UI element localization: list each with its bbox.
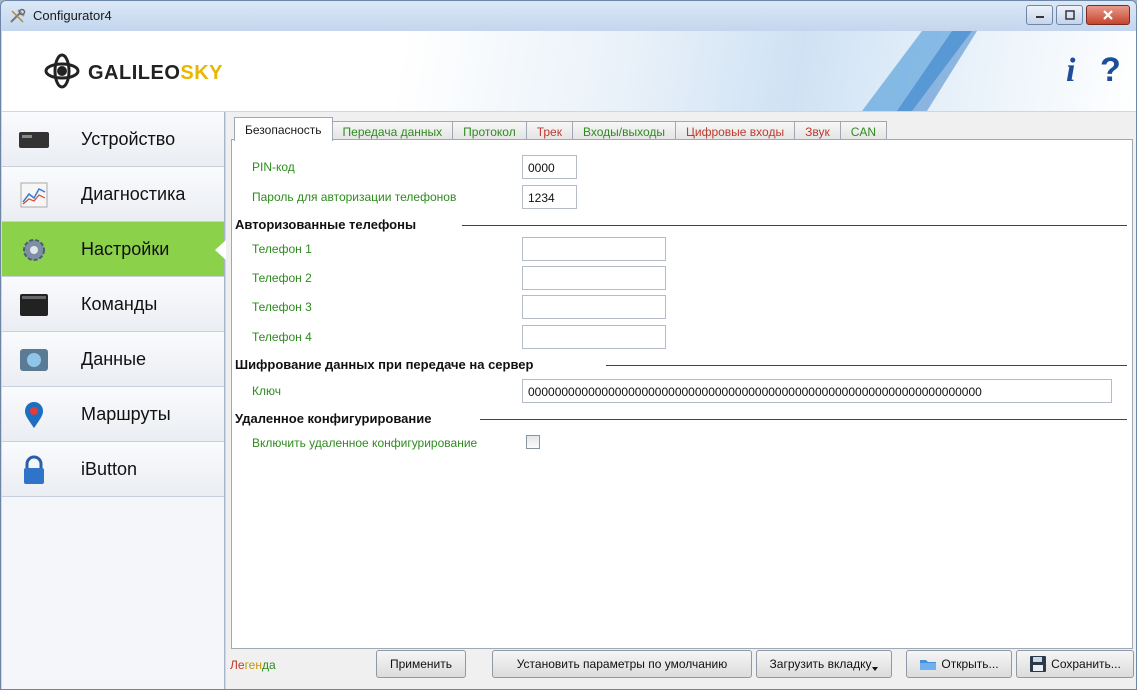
divider — [462, 225, 1127, 226]
brand-logo-text: GALILEOSKY — [88, 62, 224, 84]
sidebar: Устройство Диагностика Настройки Команды — [2, 112, 226, 689]
sidebar-item-commands[interactable]: Команды — [2, 277, 224, 332]
app-window: Configurator4 GALILEOSKY i ? Устройство … — [0, 0, 1137, 690]
banner-decoration — [862, 31, 977, 111]
sidebar-item-label: Настройки — [81, 239, 170, 259]
lock-icon — [24, 455, 44, 484]
phone2-label: Телефон 2 — [252, 271, 312, 285]
maximize-button[interactable] — [1056, 5, 1083, 25]
title-bar[interactable]: Configurator4 — [1, 1, 1136, 31]
open-button[interactable]: Открыть... — [906, 650, 1012, 678]
sidebar-item-diagnostics[interactable]: Диагностика — [2, 167, 224, 222]
pin-label: PIN-код — [252, 160, 295, 174]
divider — [606, 365, 1127, 366]
tab-sound[interactable]: Звук — [794, 121, 841, 141]
tab-track[interactable]: Трек — [525, 121, 573, 141]
phone3-field[interactable] — [522, 295, 666, 319]
legend-label: Легенда — [230, 658, 276, 672]
active-indicator-arrow — [215, 240, 226, 260]
terminal-icon — [20, 294, 48, 316]
maximize-icon — [1064, 10, 1075, 20]
phone4-field[interactable] — [522, 325, 666, 349]
phone-password-label: Пароль для авторизации телефонов — [252, 190, 457, 204]
tab-inputs-outputs[interactable]: Входы/выходы — [571, 121, 676, 141]
auth-phones-heading: Авторизованные телефоны — [235, 217, 417, 232]
key-label: Ключ — [252, 384, 281, 398]
main-content: Безопасность Передача данных Протокол Тр… — [226, 112, 1136, 689]
sidebar-item-label: Диагностика — [81, 184, 186, 204]
save-button[interactable]: Сохранить... — [1016, 650, 1134, 678]
sidebar-item-label: Устройство — [81, 129, 176, 149]
tab-protocol[interactable]: Протокол — [452, 121, 527, 141]
galileosky-logo-icon — [44, 53, 80, 89]
sidebar-item-label: Команды — [81, 294, 158, 314]
device-icon — [19, 132, 49, 148]
phone2-field[interactable] — [522, 266, 666, 290]
sidebar-item-device[interactable]: Устройство — [2, 112, 224, 167]
remote-config-heading: Удаленное конфигурирование — [235, 411, 432, 426]
tab-digital-inputs[interactable]: Цифровые входы — [674, 121, 796, 141]
tab-data-transfer[interactable]: Передача данных — [331, 121, 454, 141]
encryption-key-field[interactable]: 0000000000000000000000000000000000000000… — [522, 379, 1112, 403]
remote-config-label: Включить удаленное конфигурирование — [252, 436, 478, 450]
map-pin-icon — [25, 402, 43, 428]
phone-password-field[interactable]: 1234 — [522, 185, 577, 209]
security-panel: PIN-код 0000 Пароль для авторизации теле… — [231, 139, 1133, 649]
app-banner: GALILEOSKY i ? — [2, 31, 1136, 111]
folder-icon — [920, 660, 937, 670]
pin-field[interactable]: 0000 — [522, 155, 577, 179]
load-tab-label: Загрузить вкладку — [769, 657, 872, 671]
tab-bar: Безопасность Передача данных Протокол Тр… — [234, 117, 888, 141]
load-tab-button[interactable]: Загрузить вкладку — [756, 650, 892, 678]
close-icon — [1103, 10, 1113, 20]
tab-can[interactable]: CAN — [839, 121, 888, 141]
phone1-label: Телефон 1 — [252, 242, 312, 256]
apply-button[interactable]: Применить — [376, 650, 466, 678]
encryption-heading: Шифрование данных при передаче на сервер — [235, 357, 534, 372]
gear-icon — [23, 239, 45, 261]
sidebar-item-data[interactable]: Данные — [2, 332, 224, 387]
sidebar-item-ibutton[interactable]: iButton — [2, 442, 224, 497]
sidebar-item-label: iButton — [81, 459, 138, 479]
tab-security[interactable]: Безопасность — [234, 117, 333, 141]
dropdown-arrow-icon — [872, 667, 879, 671]
sidebar-item-label: Маршруты — [81, 404, 171, 424]
sidebar-item-routes[interactable]: Маршруты — [2, 387, 224, 442]
tools-icon — [10, 8, 26, 23]
phone1-field[interactable] — [522, 237, 666, 261]
set-defaults-button[interactable]: Установить параметры по умолчанию — [492, 650, 752, 678]
data-icon — [20, 349, 48, 371]
phone4-label: Телефон 4 — [252, 330, 312, 344]
sidebar-item-label: Данные — [81, 349, 147, 369]
divider — [480, 419, 1127, 420]
phone3-label: Телефон 3 — [252, 300, 312, 314]
remote-config-checkbox[interactable] — [526, 435, 540, 449]
close-button[interactable] — [1086, 5, 1130, 25]
help-icon[interactable]: ? — [1100, 51, 1121, 90]
info-icon[interactable]: i — [1066, 52, 1075, 90]
sidebar-item-settings[interactable]: Настройки — [2, 222, 226, 277]
floppy-disk-icon — [1030, 656, 1047, 672]
minimize-icon — [1035, 16, 1044, 18]
window-title: Configurator4 — [33, 8, 112, 23]
minimize-button[interactable] — [1026, 5, 1053, 25]
chart-icon — [20, 182, 48, 208]
